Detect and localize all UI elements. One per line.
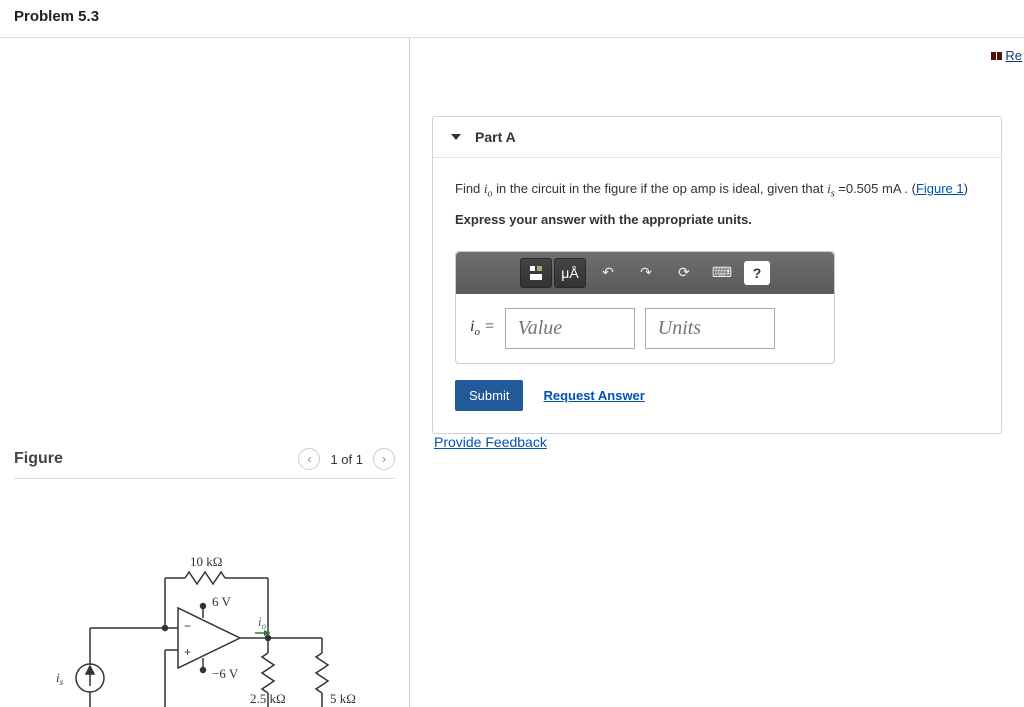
- r1-label: 2.5 kΩ: [250, 691, 286, 706]
- left-pane: Figure ‹ 1 of 1 ›: [0, 38, 410, 707]
- instruction-text: Express your answer with the appropriate…: [455, 209, 979, 231]
- r2-label: 5 kΩ: [330, 691, 356, 706]
- request-answer-link[interactable]: Request Answer: [543, 388, 644, 403]
- caret-down-icon: [451, 134, 461, 140]
- right-pane: Re Part A Find io in the circuit in the …: [410, 38, 1024, 707]
- figure-1-link[interactable]: Figure 1: [916, 181, 964, 196]
- part-title: Part A: [475, 129, 516, 145]
- template-button[interactable]: [520, 258, 552, 288]
- submit-button[interactable]: Submit: [455, 380, 523, 411]
- keyboard-button[interactable]: ⌨: [706, 258, 738, 288]
- book-icon: [991, 52, 1002, 60]
- units-button[interactable]: μÅ: [554, 258, 586, 288]
- is-label: is: [56, 670, 64, 687]
- vminus-label: −6 V: [212, 666, 239, 681]
- value-input[interactable]: [505, 308, 635, 349]
- figure-pager: ‹ 1 of 1 ›: [298, 448, 395, 470]
- units-input[interactable]: [645, 308, 775, 349]
- provide-feedback-link[interactable]: Provide Feedback: [434, 434, 547, 450]
- help-button[interactable]: ?: [744, 261, 770, 285]
- question-prompt: Find io in the circuit in the figure if …: [455, 178, 979, 203]
- r-top-label: 10 kΩ: [190, 554, 222, 569]
- circuit-figure: − +: [40, 538, 380, 707]
- redo-button[interactable]: ↷: [630, 258, 662, 288]
- review-link[interactable]: Re: [991, 48, 1022, 63]
- pager-next-button[interactable]: ›: [373, 448, 395, 470]
- svg-text:−: −: [184, 619, 191, 633]
- answer-input-area: μÅ ↶ ↷ ⟳ ⌨ ? io =: [455, 251, 835, 364]
- fraction-icon: [528, 265, 544, 281]
- input-toolbar: μÅ ↶ ↷ ⟳ ⌨ ?: [456, 252, 834, 294]
- answer-variable-label: io =: [470, 318, 495, 338]
- reset-button[interactable]: ⟳: [668, 258, 700, 288]
- pager-label: 1 of 1: [330, 452, 363, 467]
- problem-header: Problem 5.3: [0, 0, 1024, 38]
- svg-text:+: +: [184, 645, 191, 659]
- figure-heading: Figure: [14, 450, 63, 468]
- vplus-label: 6 V: [212, 594, 232, 609]
- undo-button[interactable]: ↶: [592, 258, 624, 288]
- pager-prev-button[interactable]: ‹: [298, 448, 320, 470]
- problem-title: Problem 5.3: [14, 8, 1010, 25]
- part-header[interactable]: Part A: [433, 117, 1001, 158]
- io-label: io: [258, 614, 267, 631]
- part-a-section: Part A Find io in the circuit in the fig…: [432, 116, 1002, 434]
